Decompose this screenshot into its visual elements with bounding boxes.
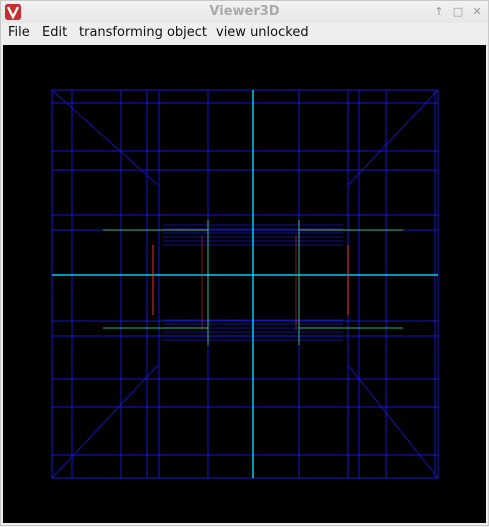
menu-bar: File Edit transforming object view unloc… bbox=[1, 23, 488, 43]
window-title: Viewer3D bbox=[209, 4, 280, 19]
3d-viewport[interactable] bbox=[3, 45, 486, 523]
viewer3d-window: Viewer3D ↑ □ ✕ File Edit transforming ob… bbox=[0, 0, 489, 526]
maximize-icon[interactable]: □ bbox=[451, 5, 465, 19]
menu-file[interactable]: File bbox=[8, 25, 30, 41]
close-icon[interactable]: ✕ bbox=[470, 5, 484, 19]
menu-view-unlocked[interactable]: view unlocked bbox=[216, 25, 309, 41]
menu-transforming-object[interactable]: transforming object bbox=[79, 25, 207, 41]
title-bar[interactable]: Viewer3D ↑ □ ✕ bbox=[1, 1, 488, 24]
pin-icon[interactable]: ↑ bbox=[432, 5, 446, 19]
wireframe-grid bbox=[51, 89, 439, 479]
menu-edit[interactable]: Edit bbox=[42, 25, 67, 41]
